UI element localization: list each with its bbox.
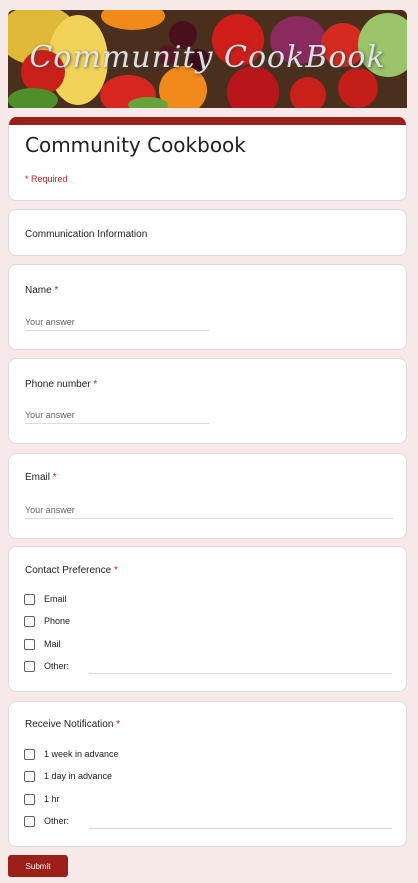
question-label: Receive Notification * [25, 719, 121, 730]
checkbox[interactable] [24, 660, 35, 672]
other-text-input[interactable] [89, 828, 392, 829]
checkbox-option-other[interactable]: Other: [24, 659, 69, 673]
question-name: Name * Your answer [8, 264, 407, 350]
checkbox[interactable] [24, 593, 35, 605]
checkbox-option[interactable]: Email [24, 592, 67, 606]
banner-title-text: Community CookBook [29, 40, 386, 75]
question-label: Email * [25, 472, 57, 483]
checkbox[interactable] [24, 770, 35, 782]
question-label: Contact Preference * [25, 565, 118, 576]
checkbox-option[interactable]: 1 day in advance [24, 769, 112, 783]
required-note: * Required [25, 174, 68, 184]
question-label: Phone number * [25, 379, 98, 390]
email-input[interactable]: Your answer [25, 505, 393, 519]
section-card: Communication Information [8, 209, 407, 256]
checkbox[interactable] [24, 793, 35, 805]
checkbox[interactable] [24, 615, 35, 627]
header-banner-image: Community CookBook [8, 10, 407, 108]
accent-bar [9, 117, 406, 125]
name-input[interactable]: Your answer [25, 317, 209, 331]
form-header-card: Community Cookbook * Required [8, 117, 407, 201]
question-receive-notification: Receive Notification * 1 week in advance… [8, 701, 407, 847]
checkbox-option[interactable]: Mail [24, 637, 61, 651]
checkbox[interactable] [24, 638, 35, 650]
checkbox-option[interactable]: 1 week in advance [24, 747, 119, 761]
phone-input[interactable]: Your answer [25, 410, 209, 424]
question-phone: Phone number * Your answer [8, 358, 407, 444]
checkbox-option-other[interactable]: Other: [24, 814, 69, 828]
submit-button[interactable]: Submit [8, 855, 68, 877]
question-label: Name * [25, 285, 59, 296]
form-title: Community Cookbook [25, 133, 246, 157]
question-email: Email * Your answer [8, 453, 407, 539]
section-title: Communication Information [25, 229, 148, 240]
question-contact-preference: Contact Preference * Email Phone Mail Ot… [8, 546, 407, 692]
checkbox[interactable] [24, 748, 35, 760]
other-text-input[interactable] [89, 673, 392, 674]
checkbox[interactable] [24, 815, 35, 827]
checkbox-option[interactable]: 1 hr [24, 792, 60, 806]
checkbox-option[interactable]: Phone [24, 614, 70, 628]
